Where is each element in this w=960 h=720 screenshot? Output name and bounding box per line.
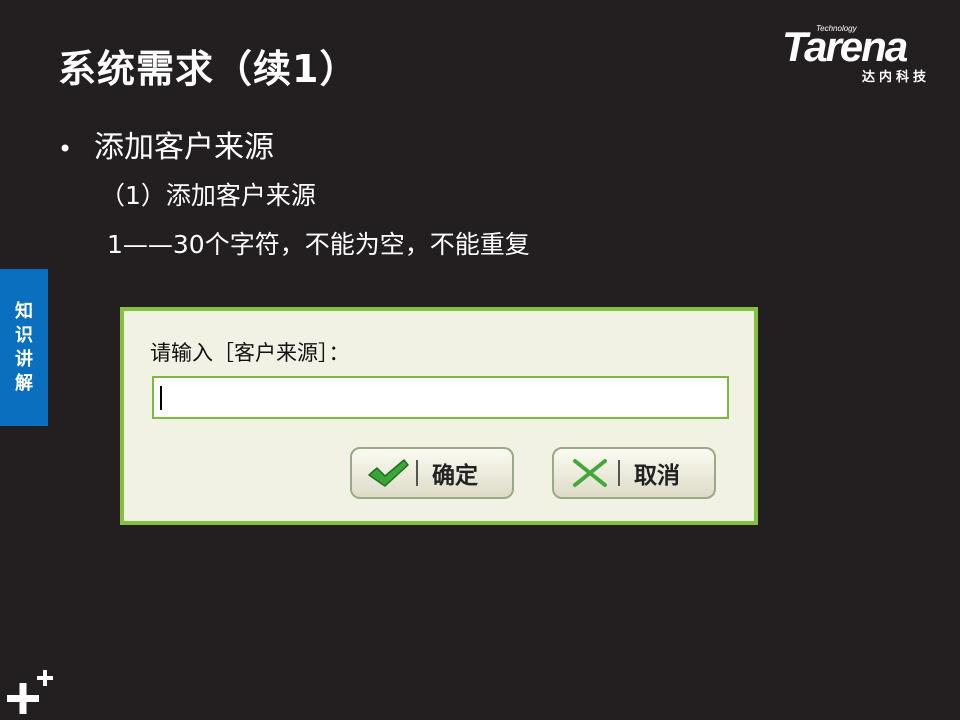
cancel-button-label: 取消 [634, 463, 680, 489]
slide-title: 系统需求（续1） [58, 47, 359, 91]
button-separator [416, 460, 418, 486]
bullet-text: 添加客户来源 [94, 130, 274, 165]
button-separator [618, 460, 620, 486]
bullet-dot-icon: • [58, 135, 73, 163]
cancel-button[interactable]: 取消 [552, 447, 716, 499]
ok-button[interactable]: 确定 [350, 447, 514, 499]
side-tab: 知识讲解 [0, 269, 48, 426]
customer-source-input[interactable] [152, 376, 729, 419]
tarena-logo: Technology Tarena 达内科技 [780, 22, 946, 85]
ok-button-label: 确定 [432, 463, 478, 489]
plus-icon [7, 670, 53, 714]
check-icon [368, 459, 409, 487]
x-icon [573, 459, 607, 487]
input-dialog: 请输入［客户来源］： 确定 取消 [120, 307, 758, 525]
side-tab-label: 知识讲解 [15, 300, 33, 394]
bullet-item: • 添加客户来源 [58, 122, 274, 166]
logo-subtitle: 达内科技 [862, 70, 931, 85]
dialog-prompt: 请输入［客户来源］： [150, 341, 350, 365]
logo-wordmark: Tarena [782, 23, 908, 70]
text-caret [160, 386, 162, 410]
constraint-text: 1——30个字符，不能为空，不能重复 [107, 230, 530, 259]
subheading: （1）添加客户来源 [100, 181, 316, 210]
